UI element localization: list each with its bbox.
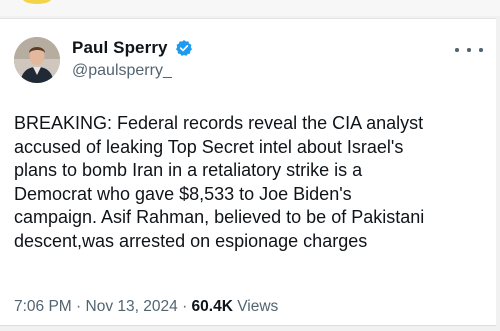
views-label: Views [237,298,279,315]
dot [467,48,471,52]
verified-badge-icon [175,39,193,56]
tweet-text: BREAKING: Federal records reveal the CIA… [14,113,425,251]
author-handle[interactable]: @paulsperry_ [72,62,172,80]
author-name[interactable]: Paul Sperry [72,38,168,58]
dot [455,48,459,52]
views-count[interactable]: 60.4K [192,298,233,315]
emoji-fragment [22,0,52,4]
meta-separator: · [182,298,188,315]
tweet-metadata: 7:06 PM · Nov 13, 2024 · 60.4K Views [14,298,278,316]
top-strip [0,0,500,16]
tweet-card: Paul Sperry @paulsperry_ BREAKING: Feder… [0,18,496,326]
dot [479,48,483,52]
avatar-image [14,37,60,83]
meta-separator: · [76,298,82,315]
tweet-date[interactable]: Nov 13, 2024 [86,298,178,315]
tweet-time[interactable]: 7:06 PM [14,298,72,315]
avatar[interactable] [14,37,60,83]
more-options-icon[interactable] [455,45,483,55]
